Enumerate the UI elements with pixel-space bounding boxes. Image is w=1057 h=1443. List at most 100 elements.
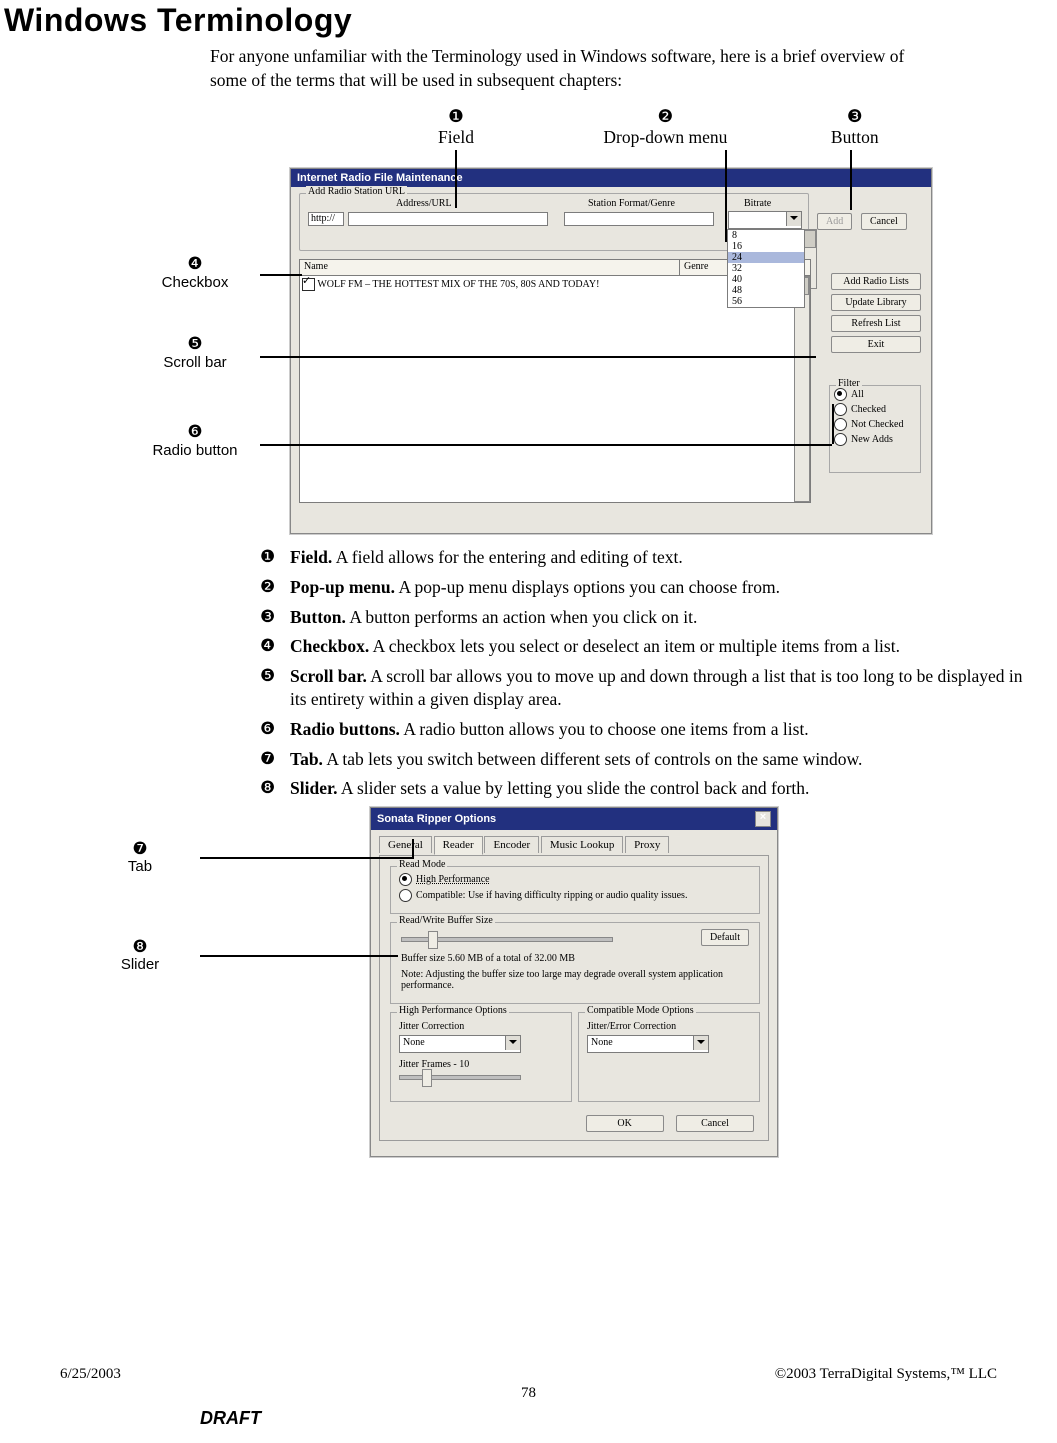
add-radio-lists-button[interactable]: Add Radio Lists (831, 273, 921, 290)
radio-checked[interactable]: Checked (834, 403, 916, 416)
chevron-down-icon (786, 212, 801, 226)
jitter-frames-slider[interactable] (399, 1075, 521, 1080)
figure-1: ❶ Field ❷ Drop-down menu ❸ Button ❹ Chec… (100, 106, 960, 536)
select-value: None (591, 1037, 613, 1048)
callout-label: Scroll bar (130, 354, 260, 371)
radio-new-adds[interactable]: New Adds (834, 433, 916, 446)
callout-label: Tab (80, 858, 200, 875)
station-list[interactable]: WOLF FM – THE HOTTEST MIX OF THE 70S, 80… (299, 275, 811, 503)
side-button-stack: Add Radio Lists Update Library Refresh L… (831, 269, 921, 357)
callout-radiobutton: ❻ Radio button (130, 422, 260, 459)
chevron-down-icon (505, 1036, 520, 1050)
def-desc: A pop-up menu displays options you can c… (395, 577, 780, 597)
def-number: ❷ (260, 576, 290, 599)
group-compat-options: Compatible Mode Options Jitter/Error Cor… (578, 1012, 760, 1102)
pointer-line (832, 404, 834, 444)
chevron-down-icon (693, 1036, 708, 1050)
list-item[interactable]: 8 (728, 230, 804, 241)
def-number: ❼ (260, 748, 290, 771)
def-term: Checkbox. (290, 636, 369, 656)
radio-icon (834, 388, 847, 401)
def-number: ❻ (260, 718, 290, 741)
pointer-line (850, 150, 852, 210)
update-library-button[interactable]: Update Library (831, 294, 921, 311)
label-bitrate: Bitrate (744, 198, 771, 209)
jitter-correction-select[interactable]: None (399, 1035, 521, 1053)
bitrate-select[interactable] (728, 211, 802, 229)
url-protocol-field[interactable]: http:// (308, 212, 344, 226)
radio-label: High Performance (416, 874, 490, 885)
radio-icon (834, 433, 847, 446)
title-bar: Sonata Ripper Options × (371, 808, 777, 830)
tab-reader[interactable]: Reader (434, 836, 483, 855)
list-item[interactable]: 48 (728, 285, 804, 296)
radio-not-checked[interactable]: Not Checked (834, 418, 916, 431)
list-item[interactable]: 32 (728, 263, 804, 274)
select-value: None (403, 1037, 425, 1048)
default-button[interactable]: Default (701, 929, 749, 946)
slider-thumb[interactable] (428, 931, 438, 949)
label-format: Station Format/Genre (588, 198, 675, 209)
group-caption: Compatible Mode Options (585, 1005, 696, 1016)
def-number: ❺ (260, 665, 290, 688)
group-buffer-size: Read/Write Buffer Size Default Buffer si… (390, 922, 760, 1004)
group-caption: Read Mode (397, 859, 447, 870)
radio-all[interactable]: All (834, 388, 916, 401)
pointer-line (455, 150, 457, 208)
def-number: ❹ (260, 635, 290, 658)
list-item[interactable]: 16 (728, 241, 804, 252)
radio-icon (399, 873, 412, 886)
slider-thumb[interactable] (422, 1069, 432, 1087)
bitrate-dropdown-list[interactable]: 8 16 24 32 40 48 56 (727, 229, 805, 308)
tab-music-lookup[interactable]: Music Lookup (541, 836, 623, 853)
refresh-list-button[interactable]: Refresh List (831, 315, 921, 332)
radio-compatible[interactable]: Compatible: Use if having difficulty rip… (399, 889, 687, 902)
def-desc: A button performs an action when you cli… (346, 607, 697, 627)
url-field[interactable] (348, 212, 548, 226)
cancel-button[interactable]: Cancel (861, 213, 907, 230)
list-item[interactable]: 40 (728, 274, 804, 285)
def-number: ❶ (260, 546, 290, 569)
definition-item: ❺Scroll bar. A scroll bar allows you to … (260, 665, 1037, 712)
callout-scrollbar: ❺ Scroll bar (130, 334, 260, 371)
list-item[interactable]: 24 (728, 252, 804, 263)
tab-proxy[interactable]: Proxy (625, 836, 669, 853)
add-button[interactable]: Add (817, 213, 852, 230)
draft-watermark: DRAFT (200, 1408, 997, 1429)
pointer-line (260, 444, 832, 446)
cancel-button[interactable]: Cancel (676, 1115, 754, 1132)
callout-dropdown: ❷ Drop-down menu (530, 106, 800, 148)
callout-number: ❷ (530, 106, 800, 127)
def-term: Button. (290, 607, 346, 627)
row-checkbox[interactable] (302, 278, 315, 291)
list-scrollbar[interactable] (794, 276, 810, 502)
format-field[interactable] (564, 212, 714, 226)
callout-tab: ❼ Tab (80, 839, 200, 876)
close-icon[interactable]: × (755, 811, 771, 827)
table-row[interactable]: WOLF FM – THE HOTTEST MIX OF THE 70S, 80… (302, 278, 599, 291)
tab-bar: General Reader Encoder Music Lookup Prox… (379, 836, 777, 855)
callout-slider: ❽ Slider (80, 937, 200, 974)
def-desc: A scroll bar allows you to move up and d… (290, 666, 1023, 710)
callout-label: Radio button (130, 442, 260, 459)
exit-button[interactable]: Exit (831, 336, 921, 353)
callout-number: ❶ (386, 106, 526, 127)
buffer-slider[interactable] (401, 937, 613, 942)
callout-label: Slider (80, 956, 200, 973)
ok-button[interactable]: OK (586, 1115, 664, 1132)
pointer-line (260, 356, 816, 358)
group-hp-options: High Performance Options Jitter Correcti… (390, 1012, 572, 1102)
def-desc: A field allows for the entering and edit… (332, 547, 682, 567)
tab-general[interactable]: General (379, 836, 432, 853)
jitter-error-correction-select[interactable]: None (587, 1035, 709, 1053)
def-term: Slider. (290, 778, 338, 798)
callout-checkbox: ❹ Checkbox (130, 254, 260, 291)
intro-paragraph: For anyone unfamiliar with the Terminolo… (210, 45, 910, 92)
callout-field: ❶ Field (386, 106, 526, 148)
def-term: Pop-up menu. (290, 577, 395, 597)
list-item[interactable]: 56 (728, 296, 804, 307)
definition-item: ❽Slider. A slider sets a value by lettin… (260, 777, 1037, 801)
radio-high-performance[interactable]: High Performance (399, 873, 490, 886)
footer-copyright: ©2003 TerraDigital Systems,™ LLC (775, 1366, 997, 1383)
tab-encoder[interactable]: Encoder (484, 836, 539, 853)
